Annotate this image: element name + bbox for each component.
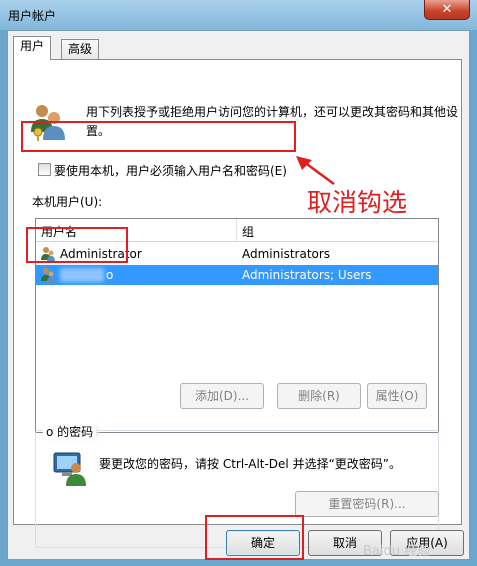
- redacted-username: [60, 268, 104, 282]
- require-login-label: 要使用本机，用户必须输入用户名和密码(E): [54, 164, 287, 178]
- annotation-text: 取消钩选: [307, 188, 408, 217]
- watermark-text: Baidu 经验: [363, 544, 431, 559]
- tab-users[interactable]: 用户: [13, 36, 52, 60]
- table-row-selected[interactable]: o Administrators; Users: [36, 265, 438, 285]
- close-icon: ✕: [441, 2, 453, 17]
- user-name: o: [106, 268, 114, 282]
- local-users-label: 本机用户(U):: [32, 195, 103, 209]
- close-button[interactable]: ✕: [424, 0, 470, 20]
- title-bar: 用户帐户 ✕: [0, 0, 477, 30]
- reset-password-button[interactable]: 重置密码(R)...: [295, 491, 439, 517]
- highlight-box-user: [26, 227, 128, 263]
- properties-button[interactable]: 属性(O): [367, 383, 427, 409]
- column-group[interactable]: 组: [242, 223, 254, 240]
- password-group-legend: o 的密码: [43, 423, 97, 440]
- remove-user-button[interactable]: 删除(R): [277, 383, 361, 409]
- tab-advanced[interactable]: 高级: [61, 39, 100, 59]
- dialog-body: 用户 高级 用下列表授予或拒绝用户访问您的计算机，还可以更改其密码和其他设置。 …: [7, 30, 470, 560]
- user-icon: [41, 268, 55, 283]
- column-separator: [236, 219, 237, 241]
- highlight-box-ok: [205, 515, 304, 560]
- user-group: Administrators; Users: [242, 268, 372, 282]
- monitor-user-icon: [53, 452, 86, 486]
- add-user-button[interactable]: 添加(D)...: [180, 383, 264, 409]
- user-group: Administrators: [242, 247, 331, 261]
- highlight-box-checkbox: [21, 121, 296, 152]
- window-title: 用户帐户: [8, 9, 57, 23]
- password-info-text: 要更改您的密码，请按 Ctrl-Alt-Del 并选择“更改密码”。: [99, 457, 402, 471]
- require-login-checkbox[interactable]: [38, 163, 51, 176]
